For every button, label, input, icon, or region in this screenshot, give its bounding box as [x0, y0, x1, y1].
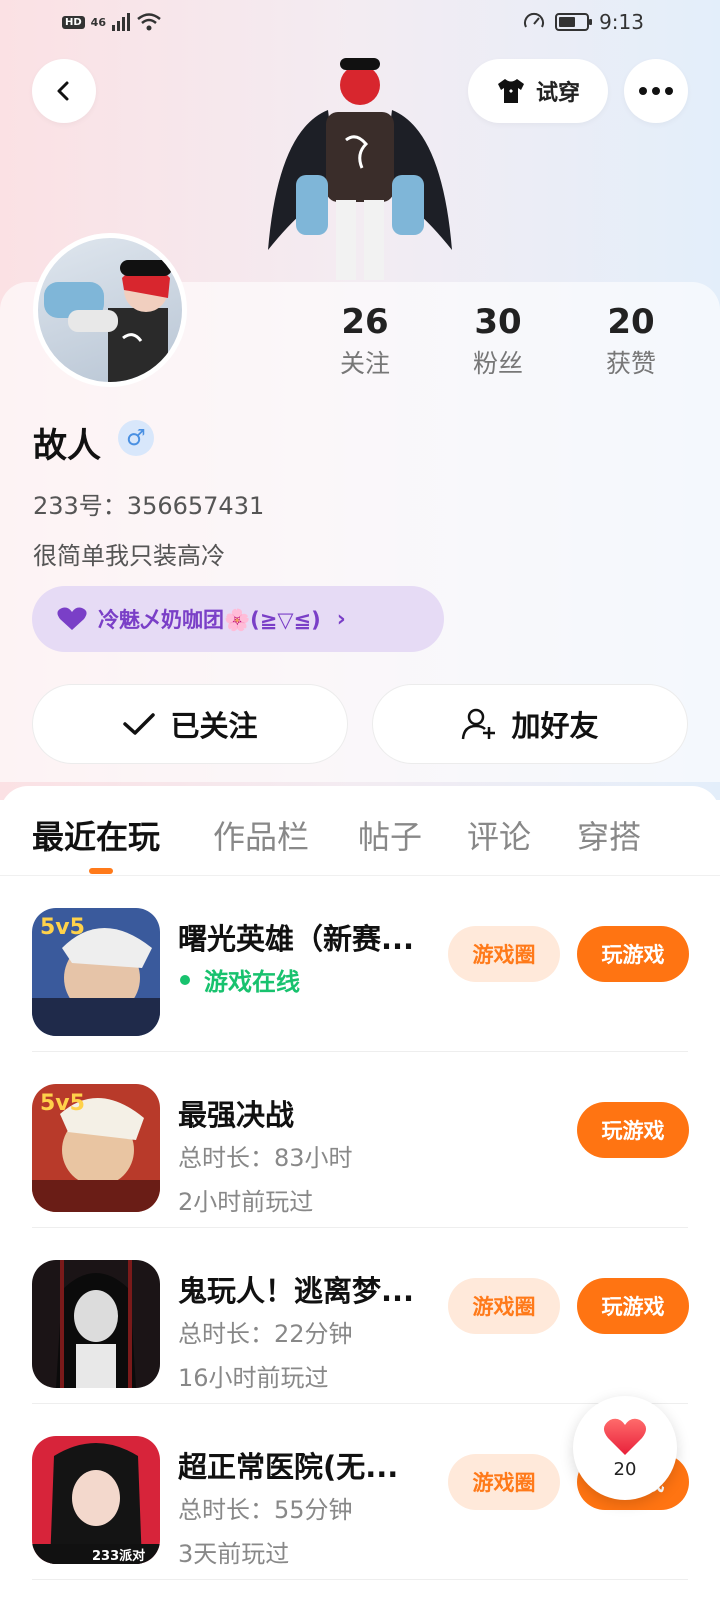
tab-bar: 最近在玩 作品栏 帖子 评论 穿搭 — [0, 786, 720, 876]
battery-icon — [555, 13, 593, 31]
heart-icon — [57, 607, 87, 630]
game-icon-shuguang: 5v5 — [32, 908, 160, 1036]
game-circle-button[interactable]: 游戏圈 — [448, 926, 560, 982]
more-button[interactable] — [624, 59, 688, 123]
try-on-button[interactable]: 试穿 — [468, 59, 608, 123]
check-icon — [123, 713, 156, 735]
status-right: 9:13 — [523, 10, 644, 34]
club-badge[interactable]: 冷魅乄奶咖团🌸(≧▽≦) › — [32, 586, 444, 652]
clock: 9:13 — [599, 10, 644, 34]
game-title: 曙光英雄（新赛... — [178, 922, 415, 956]
stat-following[interactable]: 26 关注 — [310, 300, 420, 384]
user-bio: 很简单我只装高冷 — [33, 542, 225, 570]
play-game-button[interactable]: 玩游戏 — [577, 926, 689, 982]
game-last-played: 2小时前玩过 — [178, 1188, 314, 1216]
tab-posts[interactable]: 帖子 — [358, 812, 422, 858]
add-user-icon — [462, 708, 496, 740]
chevron-right-icon: › — [336, 606, 346, 632]
add-friend-label: 加好友 — [511, 709, 599, 743]
game-item[interactable]: 5v5 曙光英雄（新赛... 游戏在线 游戏圈 玩游戏 — [0, 876, 720, 1052]
stat-label: 获赞 — [605, 349, 656, 378]
stat-label: 关注 — [339, 349, 390, 378]
game-badge: 5v5 — [40, 1091, 85, 1116]
stat-number: 26 — [341, 302, 389, 342]
heart-icon — [603, 1418, 647, 1455]
game-circle-button[interactable]: 游戏圈 — [448, 1278, 560, 1334]
game-icon-zuiqiang: 5v5 — [32, 1084, 160, 1212]
online-label: 游戏在线 — [204, 968, 300, 996]
tab-outfits[interactable]: 穿搭 — [577, 812, 641, 858]
game-badge: 5v5 — [40, 915, 85, 940]
add-friend-button[interactable]: 加好友 — [372, 684, 688, 764]
game-icon-chaozhengchang: 233派对 — [32, 1436, 160, 1564]
stat-number: 30 — [474, 302, 522, 342]
divider — [32, 1579, 688, 1580]
following-button[interactable]: 已关注 — [32, 684, 348, 764]
game-title: 超正常医院(无... — [178, 1450, 399, 1484]
game-last-played: 3天前玩过 — [178, 1540, 290, 1568]
game-title: 鬼玩人！逃离梦... — [178, 1274, 415, 1308]
tab-comments[interactable]: 评论 — [467, 812, 531, 858]
game-item[interactable]: 5v5 最强决战 总时长：83小时 2小时前玩过 玩游戏 — [0, 1052, 720, 1228]
game-playtime: 总时长：55分钟 — [178, 1496, 353, 1524]
hd-icon: HD — [62, 15, 85, 29]
like-count: 20 — [613, 1458, 637, 1480]
tab-works[interactable]: 作品栏 — [213, 812, 309, 858]
following-label: 已关注 — [170, 709, 258, 743]
user-name: 故人 — [33, 426, 101, 466]
try-on-label: 试穿 — [535, 81, 580, 106]
game-online-status: 游戏在线 — [178, 962, 300, 997]
chevron-left-icon — [57, 81, 69, 101]
stat-number: 20 — [607, 302, 655, 342]
club-name: 冷魅乄奶咖团🌸(≧▽≦) — [98, 608, 321, 632]
gender-male-icon: ♂ — [118, 420, 154, 456]
play-game-button[interactable]: 玩游戏 — [577, 1278, 689, 1334]
game-badge: 233派对 — [92, 1548, 145, 1564]
stat-label: 粉丝 — [472, 349, 523, 378]
user-id: 233号：356657431 — [33, 492, 265, 520]
game-item[interactable]: 鬼玩人！逃离梦... 总时长：22分钟 16小时前玩过 游戏圈 玩游戏 — [0, 1228, 720, 1404]
wifi-icon — [137, 13, 161, 31]
stat-fans[interactable]: 30 粉丝 — [443, 300, 553, 384]
game-title: 最强决战 — [178, 1098, 295, 1132]
game-playtime: 总时长：83小时 — [178, 1144, 353, 1172]
speedometer-icon — [524, 12, 545, 28]
tab-recently-played[interactable]: 最近在玩 — [32, 812, 160, 858]
game-icon-guiwanren — [32, 1260, 160, 1388]
stat-likes[interactable]: 20 获赞 — [576, 300, 686, 384]
game-playtime: 总时长：22分钟 — [178, 1320, 353, 1348]
more-dots-icon — [639, 87, 673, 95]
floating-like-button[interactable]: 20 — [573, 1396, 677, 1500]
online-dot-icon — [180, 974, 190, 985]
network-type: 46 — [90, 15, 106, 29]
tshirt-icon — [497, 79, 524, 103]
signal-icon — [111, 13, 130, 31]
game-last-played: 16小时前玩过 — [178, 1364, 329, 1392]
play-game-button[interactable]: 玩游戏 — [577, 1102, 689, 1158]
stats-row: 26 关注 30 粉丝 20 获赞 — [0, 300, 720, 390]
game-circle-button[interactable]: 游戏圈 — [448, 1454, 560, 1510]
tab-indicator — [89, 868, 113, 874]
avatar-character-figure — [268, 58, 452, 280]
back-button[interactable] — [32, 59, 96, 123]
status-bar: HD 46 9:13 — [0, 0, 720, 50]
status-left: HD 46 — [62, 12, 162, 32]
